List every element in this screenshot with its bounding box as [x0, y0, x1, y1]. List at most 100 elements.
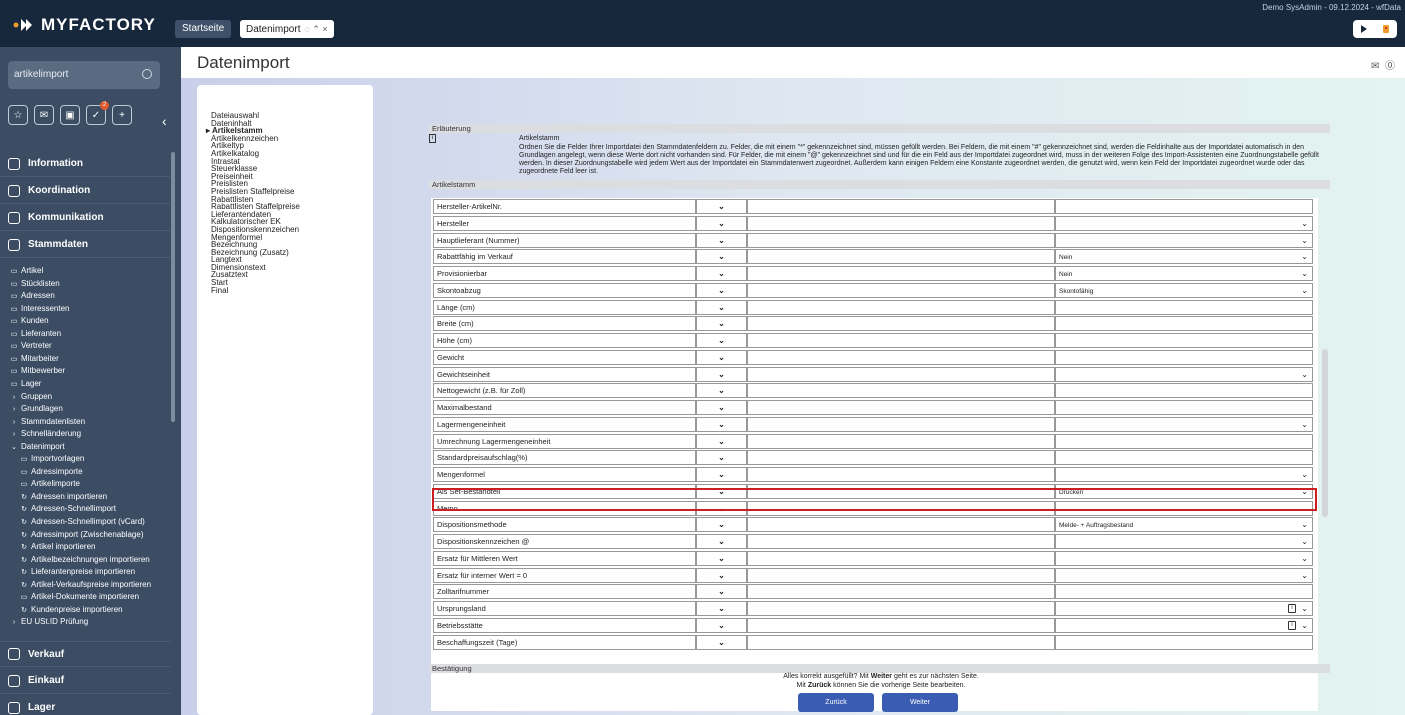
source-field-input[interactable] [747, 333, 1055, 348]
tasks-icon[interactable]: ✓ 2 [86, 101, 109, 125]
source-field-select[interactable]: ⌄ [696, 517, 747, 533]
chevron-down-icon[interactable]: ⌄ [1301, 418, 1308, 431]
sidebar-subitem[interactable]: ↻ Artikelbezeichnungen importieren [0, 554, 170, 566]
source-field-input[interactable] [747, 316, 1055, 332]
source-field-input[interactable] [747, 215, 1055, 231]
sidebar-item[interactable]: ▭ Kunden [0, 315, 170, 327]
source-field-input[interactable] [747, 299, 1055, 315]
constant-field[interactable] [1055, 634, 1313, 650]
constant-field[interactable] [1055, 383, 1313, 399]
source-field-select[interactable]: ⌄ [696, 383, 747, 399]
source-field-input[interactable] [747, 383, 1055, 399]
sidebar-item[interactable]: ⌄ Datenimport [0, 441, 170, 453]
calendar-icon[interactable]: ▣ [60, 105, 80, 125]
source-field-input[interactable] [747, 534, 1055, 549]
constant-field[interactable]: ⌄ [1055, 416, 1313, 432]
source-field-input[interactable] [747, 601, 1055, 616]
source-field-select[interactable]: ⌄ [696, 366, 747, 382]
source-field-select[interactable]: ⌄ [696, 467, 747, 482]
chevron-down-icon[interactable]: ⌄ [1301, 619, 1308, 632]
nav-verkauf[interactable]: Verkauf [0, 641, 170, 667]
info-icon[interactable]: i [1288, 604, 1296, 613]
source-field-input[interactable] [747, 249, 1055, 265]
sidebar-item[interactable]: ▭ Stücklisten [0, 278, 170, 290]
source-field-input[interactable] [747, 366, 1055, 382]
source-field-select[interactable]: ⌄ [696, 534, 747, 549]
source-field-input[interactable] [747, 550, 1055, 566]
source-field-select[interactable]: ⌄ [696, 299, 747, 315]
mail-icon[interactable]: ✉ [1371, 61, 1379, 72]
help-icon[interactable]: ⓪ [1385, 61, 1395, 72]
source-field-input[interactable] [747, 232, 1055, 248]
next-button[interactable]: Weiter [882, 693, 958, 712]
nav-koordination[interactable]: Koordination [0, 178, 170, 204]
chevron-down-icon[interactable]: ⌄ [1301, 552, 1308, 565]
source-field-select[interactable]: ⌄ [696, 433, 747, 449]
sidebar-item[interactable]: ▭ Adressen [0, 290, 170, 302]
sidebar-subitem[interactable]: ▭ Adressimporte [0, 466, 170, 478]
chevron-down-icon[interactable]: ⌄ [1301, 217, 1308, 230]
source-field-select[interactable]: ⌄ [696, 584, 747, 600]
chevron-down-icon[interactable]: ⌄ [1301, 468, 1308, 481]
source-field-input[interactable] [747, 266, 1055, 281]
source-field-select[interactable]: ⌄ [696, 316, 747, 332]
constant-field[interactable]: ⌄ i [1055, 601, 1313, 616]
sidebar-item[interactable]: ▭ Lager [0, 378, 170, 390]
source-field-input[interactable] [747, 517, 1055, 533]
source-field-select[interactable]: ⌄ [696, 450, 747, 466]
chevron-down-icon[interactable]: ⌄ [1301, 368, 1308, 381]
source-field-input[interactable] [747, 584, 1055, 600]
source-field-select[interactable]: ⌄ [696, 249, 747, 265]
source-field-select[interactable]: ⌄ [696, 617, 747, 633]
chevron-down-icon[interactable]: ⌄ [1301, 250, 1308, 263]
constant-field[interactable]: ⌄ [1055, 567, 1313, 583]
source-field-select[interactable]: ⌄ [696, 349, 747, 365]
sidebar-item[interactable]: ▭ Mitarbeiter [0, 353, 170, 365]
source-field-select[interactable]: ⌄ [696, 416, 747, 432]
sidebar-item[interactable]: ▭ Vertreter [0, 340, 170, 352]
constant-field[interactable]: ⌄ [1055, 550, 1313, 566]
source-field-input[interactable] [747, 416, 1055, 432]
add-icon[interactable]: + [112, 105, 132, 125]
chevron-down-icon[interactable]: ⌄ [1301, 569, 1308, 582]
sidebar-subitem[interactable]: ▭ Artikelimporte [0, 478, 170, 490]
table-scrollbar[interactable] [1322, 349, 1328, 517]
info-icon[interactable]: i [1288, 620, 1296, 630]
constant-field[interactable]: Nein ⌄ [1055, 266, 1313, 281]
constant-field[interactable]: Melde- + Auftragsbestand ⌄ [1055, 517, 1313, 533]
constant-field[interactable] [1055, 450, 1313, 466]
constant-field[interactable]: ⌄ i [1055, 617, 1313, 633]
source-field-input[interactable] [747, 400, 1055, 415]
source-field-select[interactable]: ⌄ [696, 550, 747, 566]
sidebar-search-input[interactable]: artikelimport [8, 61, 160, 89]
tab-startseite[interactable]: Startseite [175, 20, 232, 38]
source-field-select[interactable]: ⌄ [696, 199, 747, 214]
sidebar-item[interactable]: › Gruppen [0, 391, 170, 403]
favorites-icon[interactable]: ☆ [8, 105, 28, 125]
sidebar-scrollbar[interactable] [171, 152, 175, 422]
nav-stammdaten[interactable]: Stammdaten [0, 232, 170, 258]
search-icon[interactable] [142, 69, 152, 79]
source-field-select[interactable]: ⌄ [696, 232, 747, 248]
sidebar-subitem[interactable]: ↻ Adressen-Schnellimport [0, 503, 170, 515]
constant-field[interactable]: ⌄ [1055, 534, 1313, 549]
collapse-sidebar-icon[interactable]: ‹ [162, 113, 167, 129]
source-field-select[interactable]: ⌄ [696, 333, 747, 348]
sidebar-item[interactable]: › Grundlagen [0, 403, 170, 415]
constant-field[interactable] [1055, 349, 1313, 365]
sidebar-item[interactable]: ▭ Interessenten [0, 303, 170, 315]
sidebar-item[interactable]: ▭ Lieferanten [0, 328, 170, 340]
constant-field[interactable] [1055, 333, 1313, 348]
tab-controls[interactable]: ◌ ⌃ × [304, 24, 327, 34]
sidebar-item[interactable]: ▭ Mitbewerber [0, 365, 170, 377]
sidebar-item[interactable]: ▭ Artikel [0, 265, 170, 277]
sidebar-item[interactable]: › Schnelländerung [0, 428, 170, 440]
chevron-down-icon[interactable]: ⌄ [1301, 602, 1308, 615]
source-field-input[interactable] [747, 567, 1055, 583]
source-field-input[interactable] [747, 199, 1055, 214]
sidebar-subitem[interactable]: ↻ Lieferantenpreise importieren [0, 566, 170, 578]
source-field-input[interactable] [747, 349, 1055, 365]
top-action-buttons[interactable] [1353, 20, 1397, 38]
constant-field[interactable] [1055, 199, 1313, 214]
nav-information[interactable]: Information [0, 151, 170, 177]
